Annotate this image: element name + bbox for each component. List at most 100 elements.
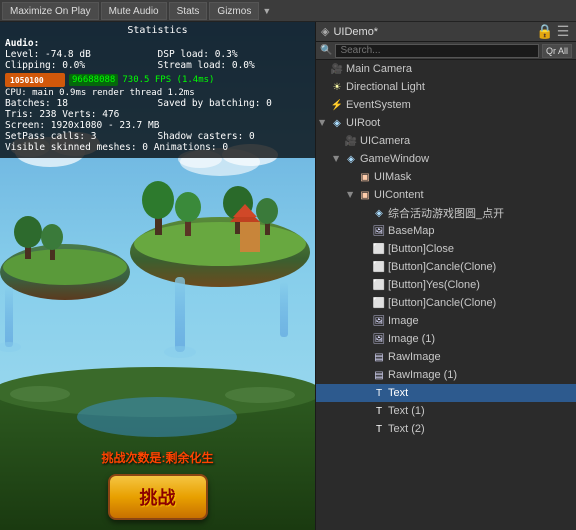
panel-title-row: ◈ UIDemo* <box>321 25 378 38</box>
tree-item-uicamera[interactable]: ▶🎥UICamera <box>316 132 576 150</box>
item-label-event-system: EventSystem <box>346 99 411 111</box>
item-label-rawimage2: RawImage (1) <box>388 369 457 381</box>
item-label-uicamera: UICamera <box>360 135 410 147</box>
tree-item-uimask[interactable]: ▶▣UIMask <box>316 168 576 186</box>
stats-button[interactable]: Stats <box>169 2 208 20</box>
item-label-uimask: UIMask <box>374 171 411 183</box>
ui-icon-uimask: ▣ <box>358 170 372 184</box>
rawimage-icon-rawimage1: ▤ <box>372 350 386 364</box>
tree-item-btn-cancle[interactable]: ▶⬜[Button]Cancle(Clone) <box>316 258 576 276</box>
item-label-btn-cancle2: [Button]Cancle(Clone) <box>388 297 496 309</box>
stats-title: Statistics <box>5 25 310 36</box>
text-icon-text1: T <box>372 404 386 418</box>
text-icon-text: T <box>372 386 386 400</box>
main-layout: Statistics Audio: Level: -74.8 dB DSP lo… <box>0 22 576 530</box>
hierarchy-tree[interactable]: ▶🎥Main Camera▶☀Directional Light▶⚡EventS… <box>316 60 576 530</box>
item-label-image2: Image (1) <box>388 333 435 345</box>
tree-item-image1[interactable]: ▶🖼Image <box>316 312 576 330</box>
hierarchy-panel: ◈ UIDemo* 🔒 ☰ 🔍 Qr All ▶🎥Main Camera▶☀Di… <box>315 22 576 530</box>
tree-item-uicontent[interactable]: ▶▣UIContent <box>316 186 576 204</box>
tree-item-rawimage2[interactable]: ▶▤RawImage (1) <box>316 366 576 384</box>
screen-info: Screen: 1920x1080 - 23.7 MB <box>5 120 310 131</box>
setpass: SetPass calls: 3 <box>5 131 158 142</box>
rawimage-icon-rawimage2: ▤ <box>372 368 386 382</box>
item-label-btn-yes: [Button]Yes(Clone) <box>388 279 480 291</box>
item-label-huodong: 综合活动游戏图圆_点开 <box>388 205 504 221</box>
shadow-casters: Shadow casters: 0 <box>158 131 311 142</box>
tree-item-gamewindow[interactable]: ▶◈GameWindow <box>316 150 576 168</box>
image-icon-image2: 🖼 <box>372 332 386 346</box>
item-label-uicontent: UIContent <box>374 189 424 201</box>
image-icon-basemap: 🖼 <box>372 224 386 238</box>
game-view-panel: Statistics Audio: Level: -74.8 dB DSP lo… <box>0 22 315 530</box>
audio-stream: Stream load: 0.0% <box>158 60 311 71</box>
tree-item-uiroot[interactable]: ▶◈UIRoot <box>316 114 576 132</box>
fps-display: 730.5 FPS (1.4ms) <box>122 75 310 85</box>
challenge-button[interactable]: 挑战 <box>108 474 208 520</box>
mute-audio-button[interactable]: Mute Audio <box>101 2 167 20</box>
filter-button[interactable]: Qr All <box>542 44 572 58</box>
light-icon-directional-light: ☀ <box>330 80 344 94</box>
audio-label: Audio: <box>5 38 39 49</box>
button-icon-btn-yes: ⬜ <box>372 278 386 292</box>
tree-item-btn-cancle2[interactable]: ▶⬜[Button]Cancle(Clone) <box>316 294 576 312</box>
item-label-image1: Image <box>388 315 419 327</box>
camera-icon-main-camera: 🎥 <box>330 62 344 76</box>
search-input[interactable] <box>335 44 539 58</box>
graphics-stats: 1050100 96688088 730.5 FPS (1.4ms) CPU: … <box>5 73 310 153</box>
expand-arrow-uicontent[interactable]: ▶ <box>344 188 358 202</box>
tree-item-directional-light[interactable]: ▶☀Directional Light <box>316 78 576 96</box>
text-icon-text2: T <box>372 422 386 436</box>
search-icon: 🔍 <box>320 45 332 56</box>
audio-dsp: DSP load: 0.3% <box>158 49 311 60</box>
button-icon-btn-cancle: ⬜ <box>372 260 386 274</box>
hierarchy-title: UIDemo* <box>333 26 378 38</box>
item-label-main-camera: Main Camera <box>346 63 412 75</box>
tree-item-rawimage1[interactable]: ▶▤RawImage <box>316 348 576 366</box>
expand-arrow-gamewindow[interactable]: ▶ <box>330 152 344 166</box>
cpu-info: CPU: main 0.9ms render thread 1.2ms <box>5 88 310 98</box>
counter-bar-1: 1050100 <box>5 73 65 87</box>
camera-icon-uicamera: 🎥 <box>344 134 358 148</box>
tree-item-text1[interactable]: ▶TText (1) <box>316 402 576 420</box>
visible-info: Visible skinned meshes: 0 Animations: 0 <box>5 142 310 153</box>
gizmos-button[interactable]: Gizmos <box>209 2 259 20</box>
tree-item-huodong[interactable]: ▶◈综合活动游戏图圆_点开 <box>316 204 576 222</box>
image-icon-image1: 🖼 <box>372 314 386 328</box>
audio-stats: Audio: Level: -74.8 dB DSP load: 0.3% Cl… <box>5 38 310 71</box>
item-label-btn-close: [Button]Close <box>388 243 454 255</box>
ui-icon-uicontent: ▣ <box>358 188 372 202</box>
audio-level: Level: -74.8 dB <box>5 49 158 60</box>
tree-item-text[interactable]: ▶TText <box>316 384 576 402</box>
hierarchy-search-bar: 🔍 Qr All <box>316 42 576 60</box>
item-label-uiroot: UIRoot <box>346 117 380 129</box>
gameobj-icon-gamewindow: ◈ <box>344 152 358 166</box>
tree-item-btn-yes[interactable]: ▶⬜[Button]Yes(Clone) <box>316 276 576 294</box>
tree-item-main-camera[interactable]: ▶🎥Main Camera <box>316 60 576 78</box>
lock-icon[interactable]: 🔒 <box>536 23 552 40</box>
tree-item-basemap[interactable]: ▶🖼BaseMap <box>316 222 576 240</box>
gameobj-icon-huodong: ◈ <box>372 206 386 220</box>
batches: Batches: 18 <box>5 98 158 109</box>
item-label-gamewindow: GameWindow <box>360 153 429 165</box>
unity-icon: ◈ <box>321 25 329 38</box>
tree-item-btn-close[interactable]: ▶⬜[Button]Close <box>316 240 576 258</box>
item-label-basemap: BaseMap <box>388 225 434 237</box>
button-icon-btn-cancle2: ⬜ <box>372 296 386 310</box>
item-label-text2: Text (2) <box>388 423 425 435</box>
tree-item-event-system[interactable]: ▶⚡EventSystem <box>316 96 576 114</box>
maximize-on-play-button[interactable]: Maximize On Play <box>2 2 99 20</box>
counter-bar-2: 96688088 <box>69 74 118 86</box>
menu-icon[interactable]: ☰ <box>555 23 571 40</box>
item-label-text1: Text (1) <box>388 405 425 417</box>
panel-controls: 🔒 ☰ <box>536 23 571 40</box>
tris-info: Tris: 238 Verts: 476 <box>5 109 310 120</box>
tree-item-text2[interactable]: ▶TText (2) <box>316 420 576 438</box>
tree-item-image2[interactable]: ▶🖼Image (1) <box>316 330 576 348</box>
saved-batching: Saved by batching: 0 <box>158 98 311 109</box>
button-icon-btn-close: ⬜ <box>372 242 386 256</box>
stats-panel: Statistics Audio: Level: -74.8 dB DSP lo… <box>0 22 315 158</box>
gameobj-icon-uiroot: ◈ <box>330 116 344 130</box>
expand-arrow-uiroot[interactable]: ▶ <box>316 116 330 130</box>
top-toolbar: Maximize On Play Mute Audio Stats Gizmos… <box>0 0 576 22</box>
